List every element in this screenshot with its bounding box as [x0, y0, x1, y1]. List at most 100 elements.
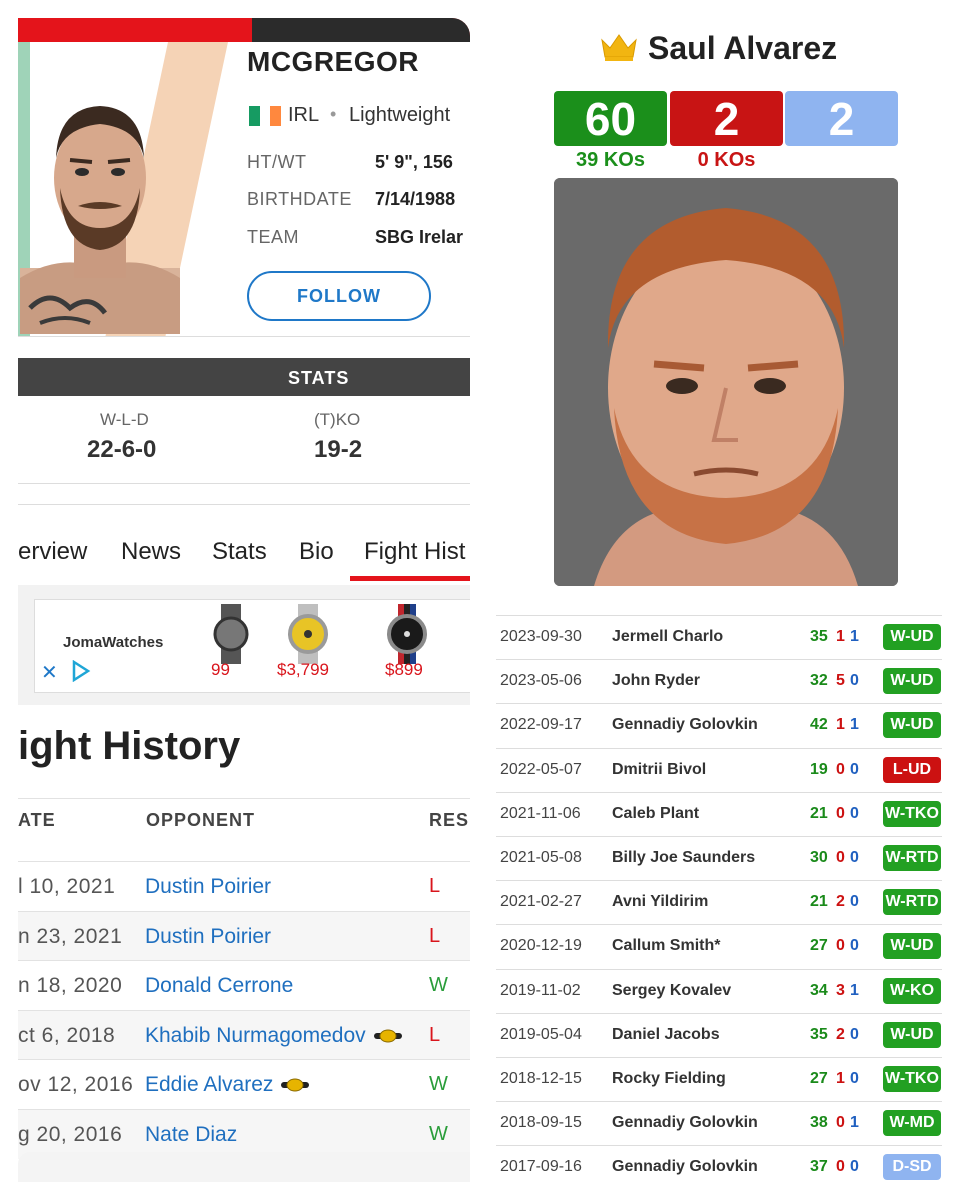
follow-button[interactable]: FOLLOW	[247, 271, 431, 321]
fighter-hero: MCGREGOR IRL • Lightweight HT/WT 5' 9", …	[18, 18, 470, 336]
fight-date: n 18, 2020	[18, 974, 123, 997]
opponent-wins: 30	[810, 849, 828, 866]
opponent-name[interactable]: Eddie Alvarez	[145, 1073, 273, 1096]
opponent-wins: 21	[810, 893, 828, 911]
bout-opponent: Jermell Charlo	[612, 628, 724, 645]
opponent-draws: 0	[850, 893, 859, 911]
column-header-opponent: OPPONENT	[146, 810, 256, 830]
opponent-draws: 1	[850, 1114, 859, 1132]
bout-result-badge: W-UD	[883, 1021, 941, 1048]
fight-history-title: ight History	[18, 724, 241, 768]
opponent-losses: 2	[836, 893, 845, 911]
fight-date: g 20, 2016	[18, 1122, 123, 1146]
opponent-draws: 0	[850, 760, 859, 778]
opponent-name[interactable]: Nate Diaz	[145, 1123, 237, 1146]
opponent-wins: 37	[810, 1158, 828, 1176]
active-tab-indicator	[350, 576, 470, 581]
column-header-result: RES	[429, 810, 470, 830]
bout-date: 2022-05-07	[500, 760, 582, 778]
table-row: l 10, 2021 Dustin Poirier L	[18, 861, 470, 911]
ad-choices-icon[interactable]	[71, 660, 91, 682]
opponent-draws: 0	[850, 937, 859, 955]
table-row: g 20, 2016 Nate Diaz W	[18, 1108, 470, 1159]
column-header-date: ATE	[18, 810, 56, 830]
opponent-name[interactable]: Dustin Poirier	[145, 925, 271, 948]
opponent-link[interactable]: Donald Cerrone	[145, 974, 293, 998]
opponent-name[interactable]: Khabib Nurmagomedov	[145, 1024, 366, 1047]
bottom-edge	[18, 1152, 470, 1182]
bout-date: 2019-05-04	[500, 1025, 582, 1043]
ireland-flag-icon	[249, 106, 282, 126]
opponent-wins: 34	[810, 981, 828, 999]
ad-price[interactable]: $3,799	[277, 660, 329, 680]
bout-row: 2023-09-30 Jermell Charlo 35 1 1 W-UD	[496, 615, 942, 660]
watch-image[interactable]	[383, 604, 433, 664]
stat-value-tko: 19-2	[314, 436, 363, 463]
bout-result-badge: W-RTD	[883, 845, 941, 871]
boxer-portrait	[554, 178, 898, 586]
info-label: HT/WT	[247, 152, 307, 172]
tab-bio[interactable]: Bio	[299, 538, 334, 566]
info-label: BIRTHDATE	[247, 189, 352, 209]
bout-date: 2019-11-02	[500, 981, 581, 999]
tab-news[interactable]: News	[121, 538, 181, 566]
opponent-link[interactable]: Nate Diaz	[145, 1123, 237, 1147]
bout-opponent: Gennadiy Golovkin	[612, 1114, 758, 1132]
ad-price[interactable]: $899	[385, 660, 423, 680]
fight-result: L	[429, 875, 441, 897]
info-value: 7/14/1988	[375, 189, 456, 209]
bout-result-badge: W-UD	[883, 624, 941, 650]
fighter-division: Lightweight	[349, 104, 451, 126]
bout-result-badge: W-UD	[883, 668, 941, 695]
opponent-losses: 0	[836, 849, 845, 866]
bout-row: 2021-11-06 Caleb Plant 21 0 0 W-TKO	[496, 791, 942, 837]
bout-result-badge: W-MD	[883, 1110, 941, 1137]
divider	[18, 483, 470, 484]
table-row: ct 6, 2018 Khabib Nurmagomedov L	[18, 1009, 470, 1060]
opponent-link[interactable]: Dustin Poirier	[145, 925, 271, 949]
stat-label-tko: (T)KO	[314, 410, 361, 429]
stat-value-wld: 22-6-0	[87, 436, 157, 463]
watch-image[interactable]	[207, 604, 257, 664]
tab-overview[interactable]: erview	[18, 538, 87, 566]
opponent-name[interactable]: Donald Cerrone	[145, 974, 293, 997]
fight-date: ct 6, 2018	[18, 1023, 116, 1047]
boxer-name: Saul Alvarez	[648, 30, 838, 66]
fight-result: L	[429, 924, 441, 947]
ad-price[interactable]: 99	[211, 660, 230, 680]
opponent-losses: 0	[836, 937, 845, 955]
ad-brand[interactable]: JomaWatches	[63, 634, 163, 651]
bout-row: 2022-09-17 Gennadiy Golovkin 42 1 1 W-UD	[496, 703, 942, 748]
tab-fight-history[interactable]: Fight Hist	[364, 538, 465, 566]
bout-date: 2023-05-06	[500, 672, 582, 690]
tab-stats[interactable]: Stats	[212, 538, 267, 566]
bout-opponent: Avni Yildirim	[612, 893, 709, 911]
opponent-draws: 1	[850, 716, 859, 734]
fight-result: L	[429, 1023, 441, 1046]
bout-row: 2022-05-07 Dmitrii Bivol 19 0 0 L-UD	[496, 747, 942, 793]
fight-date: n 23, 2021	[18, 924, 123, 948]
losses-ko-label: 0 KOs	[697, 149, 756, 171]
fight-date: ov 12, 2016	[18, 1073, 134, 1096]
draws-box: 2	[785, 91, 898, 146]
bout-opponent: Gennadiy Golovkin	[612, 716, 758, 734]
info-value: 5' 9", 156	[375, 152, 453, 172]
bout-opponent: Dmitrii Bivol	[612, 760, 707, 778]
opponent-link[interactable]: Khabib Nurmagomedov	[145, 1024, 402, 1048]
bout-result-badge: D-SD	[883, 1154, 941, 1181]
hero-top-bar-dark	[252, 18, 470, 42]
opponent-draws: 1	[850, 981, 859, 999]
opponent-wins: 32	[810, 672, 828, 690]
wins-box: 60	[554, 91, 667, 146]
crown-icon	[601, 34, 637, 61]
watch-image[interactable]	[283, 604, 333, 664]
close-icon[interactable]: ✕	[41, 660, 58, 685]
divider	[18, 336, 470, 337]
ad-card[interactable]: JomaWatches ✕ 99 $3,799 $899	[34, 599, 470, 693]
opponent-link[interactable]: Eddie Alvarez	[145, 1073, 310, 1097]
opponent-wins: 27	[810, 937, 828, 955]
opponent-name[interactable]: Dustin Poirier	[145, 875, 271, 898]
ad-banner: JomaWatches ✕ 99 $3,799 $899	[18, 585, 470, 705]
bout-date: 2021-11-06	[500, 804, 581, 822]
opponent-link[interactable]: Dustin Poirier	[145, 875, 271, 899]
